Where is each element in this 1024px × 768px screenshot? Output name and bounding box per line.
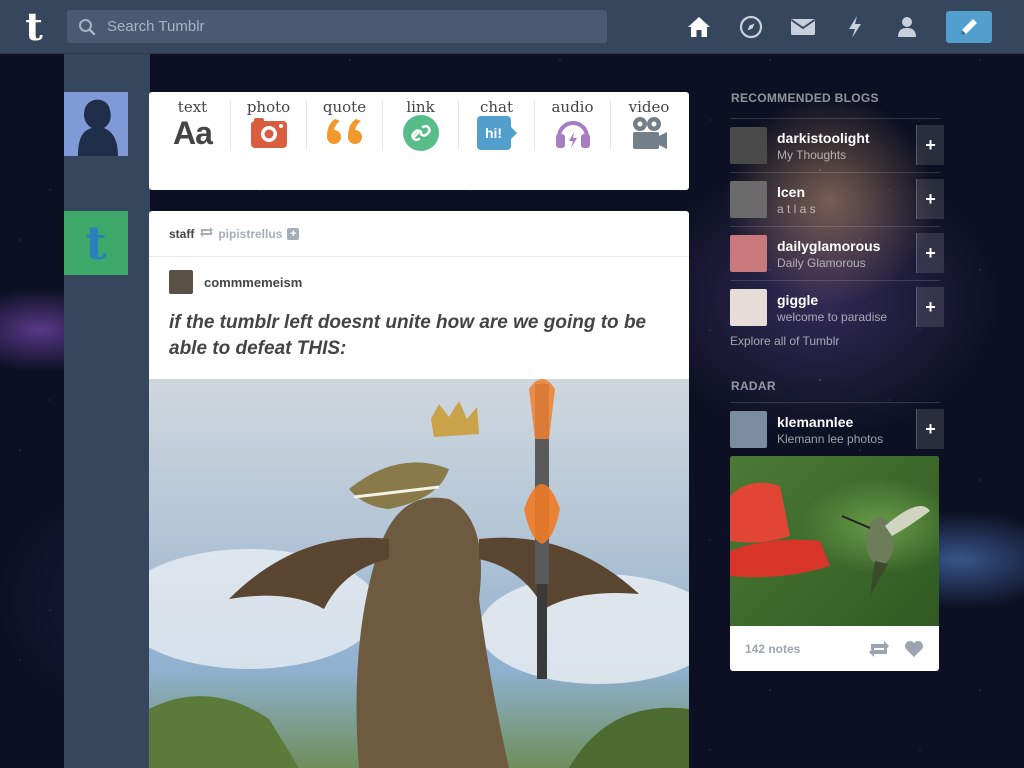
heart-icon <box>905 640 923 657</box>
dashboard-post: staff pipistrellus + commmemeism if the … <box>149 211 689 768</box>
top-navigation-bar: t <box>0 0 1024 54</box>
default-avatar-silhouette-icon <box>64 92 128 156</box>
post-type-link[interactable]: link <box>383 98 459 151</box>
follow-blog-button[interactable]: + <box>916 287 944 327</box>
blog-name[interactable]: lcen <box>777 184 816 200</box>
blog-avatar[interactable] <box>730 235 767 272</box>
hummingbird-image <box>730 482 930 596</box>
activity-lightning-icon[interactable] <box>840 12 870 42</box>
post-type-quote[interactable]: quote <box>307 100 383 150</box>
recommended-blog-item[interactable]: giggle welcome to paradise + <box>730 280 944 334</box>
chat-bubble-icon: hi! <box>476 116 517 150</box>
recommended-blog-item[interactable]: darkistoolight My Thoughts + <box>730 118 944 172</box>
post-author-link[interactable]: staff <box>169 227 194 241</box>
blog-avatar[interactable] <box>730 289 767 326</box>
blog-avatar[interactable] <box>730 181 767 218</box>
reblogged-from-link[interactable]: pipistrellus <box>218 227 282 241</box>
reblog-button[interactable] <box>868 640 890 658</box>
follow-plus-button[interactable]: + <box>287 227 300 240</box>
post-type-photo-label: photo <box>246 98 291 116</box>
blog-name[interactable]: darkistoolight <box>777 130 870 146</box>
radar-blog: klemannlee Klemann lee photos + <box>730 402 944 456</box>
notes-count[interactable]: 142 notes <box>745 642 854 656</box>
post-type-audio-label: audio <box>551 98 594 116</box>
post-type-quote-label: quote <box>322 98 367 116</box>
follow-blog-button[interactable]: + <box>916 233 944 273</box>
account-person-icon[interactable] <box>892 12 922 42</box>
staff-avatar[interactable]: t <box>64 211 128 275</box>
dashboard-rail <box>64 54 150 768</box>
post-header: staff pipistrellus + <box>149 211 689 257</box>
follow-blog-button[interactable]: + <box>916 179 944 219</box>
post-type-audio[interactable]: audio <box>535 100 611 150</box>
radar-photo[interactable] <box>730 456 939 626</box>
recommended-blog-item[interactable]: dailyglamorous Daily Glamorous + <box>730 226 944 280</box>
reblog-icon <box>199 226 214 241</box>
pencil-icon <box>961 19 977 35</box>
follow-blog-button[interactable]: + <box>916 409 944 449</box>
home-icon[interactable] <box>684 12 714 42</box>
headphones-icon <box>555 121 590 148</box>
blog-avatar[interactable] <box>730 127 767 164</box>
post-type-video-label: video <box>628 98 670 116</box>
search-icon <box>67 18 107 36</box>
blog-title: welcome to paradise <box>777 309 888 324</box>
explore-link[interactable]: Explore all of Tumblr <box>730 334 839 348</box>
blog-avatar[interactable] <box>730 411 767 448</box>
source-blog-name[interactable]: commmemeism <box>204 275 302 290</box>
like-button[interactable] <box>904 640 924 658</box>
source-blog-avatar[interactable] <box>169 270 193 294</box>
post-type-text[interactable]: text Aa <box>155 98 231 151</box>
link-icon <box>402 115 439 151</box>
post-type-chat-label: chat <box>479 98 514 116</box>
follow-blog-button[interactable]: + <box>916 125 944 165</box>
radar-title: RADAR <box>731 379 776 393</box>
text-aa-icon: Aa <box>173 114 213 151</box>
explore-compass-icon[interactable] <box>736 12 766 42</box>
blog-name[interactable]: klemannlee <box>777 414 883 430</box>
post-photo[interactable] <box>149 379 689 768</box>
blog-title: Daily Glamorous <box>777 255 866 270</box>
post-caption: if the tumblr left doesnt unite how are … <box>169 312 647 359</box>
post-type-chat[interactable]: chat hi! <box>459 100 535 150</box>
radar-blog-item[interactable]: klemannlee Klemann lee photos + <box>730 402 944 456</box>
inbox-mail-icon[interactable] <box>788 12 818 42</box>
camera-icon <box>250 118 287 148</box>
chat-hi-text: hi! <box>476 116 511 150</box>
dinosaur-king-image <box>149 379 689 768</box>
blog-name[interactable]: dailyglamorous <box>777 238 880 254</box>
post-type-video[interactable]: video <box>611 100 687 150</box>
blog-name[interactable]: giggle <box>777 292 887 308</box>
quote-icon <box>326 119 362 144</box>
video-camera-icon <box>633 117 667 149</box>
blog-title: My Thoughts <box>777 147 847 162</box>
radar-post: 142 notes <box>730 456 939 671</box>
tumblr-logo[interactable]: t <box>14 7 54 47</box>
search-bar[interactable] <box>67 10 607 43</box>
blog-title: a t l a s <box>777 201 816 216</box>
post-type-selector: text Aa photo quote link chat hi! audio … <box>149 92 689 190</box>
recommended-blog-item[interactable]: lcen a t l a s + <box>730 172 944 226</box>
reblog-icon <box>869 640 889 657</box>
search-input[interactable] <box>107 18 587 35</box>
recommended-blogs-list: darkistoolight My Thoughts + lcen a t l … <box>730 118 944 334</box>
reblog-source: commmemeism <box>149 257 689 294</box>
post-type-link-label: link <box>406 98 435 116</box>
post-type-text-label: text <box>177 98 208 116</box>
recommended-blogs-title: RECOMMENDED BLOGS <box>731 91 879 105</box>
blog-title: Klemann lee photos <box>777 431 884 446</box>
compose-button[interactable] <box>946 11 992 43</box>
user-avatar[interactable] <box>64 92 128 156</box>
post-type-photo[interactable]: photo <box>231 100 307 150</box>
